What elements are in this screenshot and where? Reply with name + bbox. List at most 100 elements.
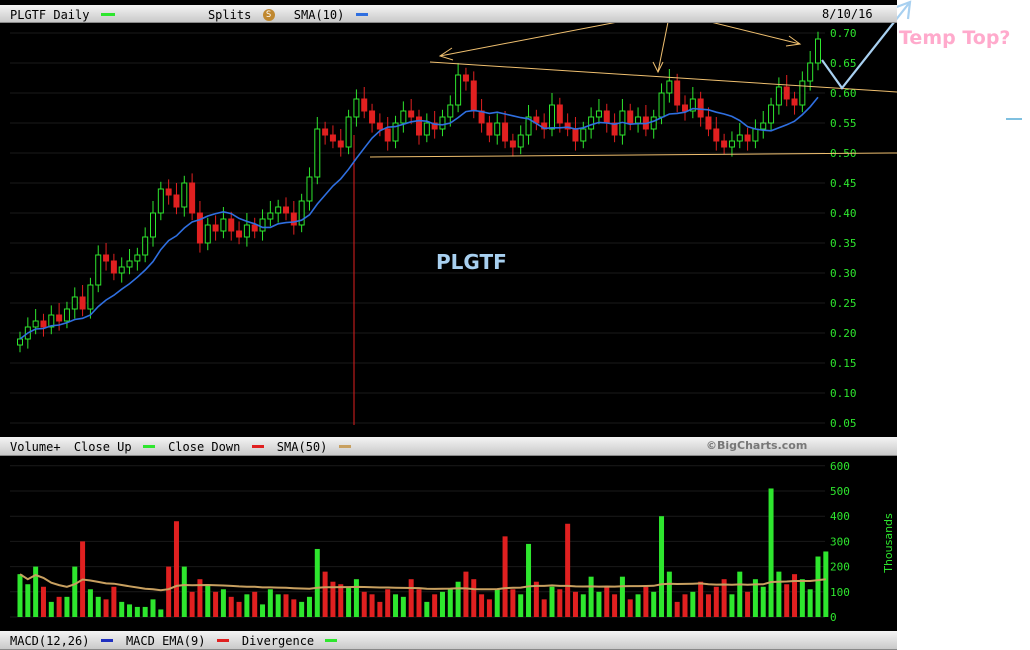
candle-body [486, 122, 493, 136]
candle-body [674, 80, 681, 106]
volume-bar [236, 601, 242, 617]
candle-body [204, 224, 211, 244]
candle-body [470, 80, 477, 112]
macd-ema-label: MACD EMA(9) [125, 633, 206, 648]
candle-body [580, 128, 587, 142]
candle-body [236, 230, 243, 238]
close-up-label: Close Up [73, 439, 132, 454]
volume-bar [252, 591, 258, 617]
candle-body [447, 104, 454, 118]
candle-body [118, 266, 125, 274]
price-tick-label: 0.70 [830, 27, 857, 40]
volume-bar [549, 586, 555, 617]
volume-bar [784, 584, 790, 617]
sma50-polyline [19, 573, 826, 592]
candle-body [275, 206, 282, 214]
candle-body [635, 116, 642, 124]
volume-bar [596, 591, 602, 617]
candle-body [17, 338, 23, 346]
candle-body [126, 260, 133, 268]
candle-body [408, 110, 415, 118]
volume-tick-labels: 600 500 400 300 200 100 0 [830, 460, 850, 624]
divergence-label: Divergence [241, 633, 315, 648]
volume-title: Volume+ [10, 439, 61, 454]
candle-body [56, 314, 63, 322]
candle-body [705, 116, 712, 130]
price-tick-label: 0.30 [830, 267, 857, 280]
volume-bar [682, 594, 688, 617]
volume-tick-label: 500 [830, 485, 850, 498]
volume-bar [510, 589, 516, 617]
candle-body [283, 206, 289, 214]
volume-bar [619, 576, 625, 617]
candle-body [142, 236, 149, 256]
candle-body [40, 320, 47, 328]
candle-body [455, 74, 462, 106]
candle-body [290, 212, 297, 226]
volume-bar [479, 594, 485, 617]
volume-bar [729, 594, 735, 617]
candle-body [791, 98, 798, 106]
volume-bar [713, 586, 719, 617]
volume-bar [166, 566, 172, 617]
volume-bar [502, 536, 508, 617]
volume-bar [205, 584, 211, 617]
volume-bar [40, 586, 46, 617]
volume-bar [745, 591, 751, 617]
candle-body [666, 80, 673, 94]
volume-tick-label: 0 [830, 611, 837, 624]
candle-body [807, 62, 814, 82]
volume-bar [815, 556, 821, 617]
header-date: 8/10/16 [822, 7, 873, 21]
volume-bar [643, 586, 649, 617]
price-tick-label: 0.15 [830, 357, 857, 370]
price-gridlines [10, 32, 825, 424]
candle-body [400, 110, 407, 124]
price-tick-label: 0.05 [830, 417, 857, 430]
volume-bar [635, 594, 641, 617]
price-tick-label: 0.20 [830, 327, 857, 340]
candle-body [556, 104, 563, 124]
macd-header: MACD(12,26) MACD EMA(9) Divergence [0, 631, 897, 650]
volume-bar [150, 599, 156, 617]
volume-bar [541, 599, 547, 617]
candle-body [189, 182, 196, 214]
price-tick-label: 0.45 [830, 177, 857, 190]
candle-body [768, 104, 775, 124]
macd-ema-swatch [216, 639, 229, 642]
volume-bar [213, 591, 219, 617]
candle-body [243, 224, 250, 238]
volume-bar [807, 589, 813, 617]
splits-label: Splits [207, 7, 252, 22]
candle-body [322, 128, 329, 136]
candle-body [63, 308, 70, 322]
candle-body [603, 110, 610, 124]
volume-bar [134, 606, 140, 617]
volume-bar [48, 601, 54, 617]
volume-bar [439, 591, 445, 617]
volume-bar [447, 589, 453, 617]
candle-body [658, 92, 665, 118]
candle-body [713, 128, 720, 142]
volume-bar [25, 584, 31, 617]
volume-bar [486, 599, 492, 617]
volume-bar [416, 589, 422, 617]
candle-body [165, 188, 172, 196]
volume-bar [385, 589, 391, 617]
candle-body [682, 104, 688, 112]
volume-bar [737, 571, 743, 617]
price-tick-label: 0.65 [830, 57, 857, 70]
candle-body [103, 254, 110, 262]
volume-bar [580, 594, 586, 617]
candle-body [736, 134, 743, 142]
candle-body [423, 122, 430, 136]
volume-bar [768, 488, 774, 617]
candle-body [799, 80, 806, 106]
volume-bar [698, 581, 704, 617]
candle-body [572, 128, 579, 142]
volume-bar [565, 523, 571, 617]
candle-body [650, 116, 657, 130]
candle-body [384, 128, 391, 142]
candle-body [345, 116, 352, 148]
candle-body [196, 212, 203, 244]
